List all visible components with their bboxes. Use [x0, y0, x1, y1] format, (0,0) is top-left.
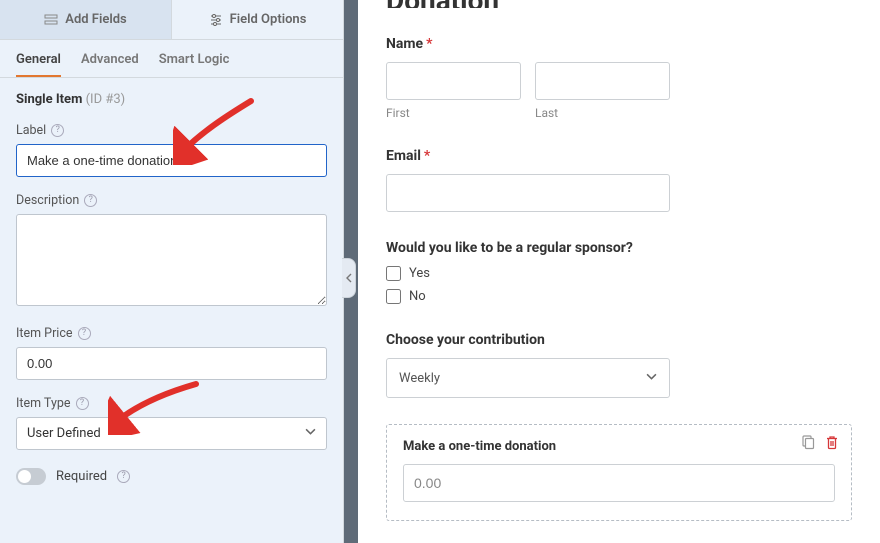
grid-icon: [44, 13, 58, 27]
contribution-value: Weekly: [399, 371, 440, 386]
sponsor-yes[interactable]: Yes: [386, 266, 852, 281]
no-label: No: [409, 289, 426, 304]
app-root: Add Fields Field Options General Advance…: [0, 0, 880, 543]
help-icon[interactable]: ?: [117, 470, 130, 483]
email-input[interactable]: [386, 174, 670, 212]
required-toggle[interactable]: [16, 468, 46, 485]
form-title: Donation: [386, 0, 852, 8]
item-type-row: Item Type ?: [16, 396, 327, 411]
checkbox-no[interactable]: [386, 289, 401, 304]
tab-add-fields-label: Add Fields: [65, 12, 126, 27]
single-item-input[interactable]: [403, 464, 835, 502]
help-icon[interactable]: ?: [84, 194, 97, 207]
required-row: Required ?: [16, 468, 327, 485]
form-preview: Donation Name* First Last: [358, 0, 880, 543]
sponsor-label: Would you like to be a regular sponsor?: [386, 240, 852, 256]
label-row: Label ?: [16, 123, 327, 138]
field-id: (ID #3): [86, 92, 126, 107]
last-sublabel: Last: [535, 106, 670, 120]
name-row: First Last: [386, 62, 852, 120]
field-contribution[interactable]: Choose your contribution Weekly: [386, 332, 852, 398]
tab-field-options-label: Field Options: [230, 12, 307, 27]
top-tabs: Add Fields Field Options: [0, 0, 343, 40]
yes-label: Yes: [409, 266, 430, 281]
item-price-input[interactable]: [16, 347, 327, 380]
preview-wrap: Donation Name* First Last: [344, 0, 880, 543]
description-input[interactable]: [16, 214, 327, 306]
name-label: Name*: [386, 36, 852, 52]
sponsor-no[interactable]: No: [386, 289, 852, 304]
item-type-value: User Defined: [27, 426, 101, 441]
group-item-type: Item Type ? User Defined: [16, 396, 327, 450]
subtab-general[interactable]: General: [16, 52, 61, 77]
field-actions: [800, 435, 839, 450]
collapse-sidebar-button[interactable]: [342, 258, 356, 298]
first-name-input[interactable]: [386, 62, 521, 100]
sub-tabs: General Advanced Smart Logic: [0, 40, 343, 78]
tab-field-options[interactable]: Field Options: [172, 0, 343, 39]
field-name[interactable]: Name* First Last: [386, 36, 852, 120]
item-price-row: Item Price ?: [16, 326, 327, 341]
sidebar: Add Fields Field Options General Advance…: [0, 0, 344, 543]
required-asterisk: *: [424, 148, 430, 164]
group-label: Label ?: [16, 123, 327, 177]
chevron-left-icon: [345, 273, 353, 283]
last-name-input[interactable]: [535, 62, 670, 100]
description-row: Description ?: [16, 193, 327, 208]
label-title: Label: [16, 123, 46, 138]
field-email[interactable]: Email*: [386, 148, 852, 212]
subtab-advanced[interactable]: Advanced: [81, 52, 139, 77]
help-icon[interactable]: ?: [78, 327, 91, 340]
checkbox-yes[interactable]: [386, 266, 401, 281]
duplicate-icon[interactable]: [800, 435, 815, 450]
selected-field-single-item[interactable]: Make a one-time donation: [386, 424, 852, 521]
first-name-col: First: [386, 62, 521, 120]
contribution-select[interactable]: Weekly: [386, 358, 670, 398]
help-icon[interactable]: ?: [76, 397, 89, 410]
required-label: Required: [56, 469, 107, 484]
chevron-down-icon: [305, 426, 316, 441]
help-icon[interactable]: ?: [51, 124, 64, 137]
first-sublabel: First: [386, 106, 521, 120]
group-item-price: Item Price ?: [16, 326, 327, 380]
sliders-icon: [209, 13, 223, 27]
trash-icon[interactable]: [825, 435, 839, 450]
item-price-title: Item Price: [16, 326, 73, 341]
label-input[interactable]: [16, 144, 327, 177]
chevron-down-icon: [646, 371, 657, 386]
subtab-smart-logic[interactable]: Smart Logic: [159, 52, 230, 77]
description-title: Description: [16, 193, 79, 208]
email-label: Email*: [386, 148, 852, 164]
single-item-label: Make a one-time donation: [403, 439, 835, 454]
field-heading: Single Item (ID #3): [16, 92, 327, 107]
field-sponsor[interactable]: Would you like to be a regular sponsor? …: [386, 240, 852, 304]
panel-body: Single Item (ID #3) Label ? Description …: [0, 78, 343, 543]
item-type-title: Item Type: [16, 396, 71, 411]
field-type-name: Single Item: [16, 92, 82, 107]
group-description: Description ?: [16, 193, 327, 310]
contribution-label: Choose your contribution: [386, 332, 852, 348]
required-asterisk: *: [426, 36, 432, 52]
item-type-select[interactable]: User Defined: [16, 417, 327, 450]
last-name-col: Last: [535, 62, 670, 120]
tab-add-fields[interactable]: Add Fields: [0, 0, 172, 39]
